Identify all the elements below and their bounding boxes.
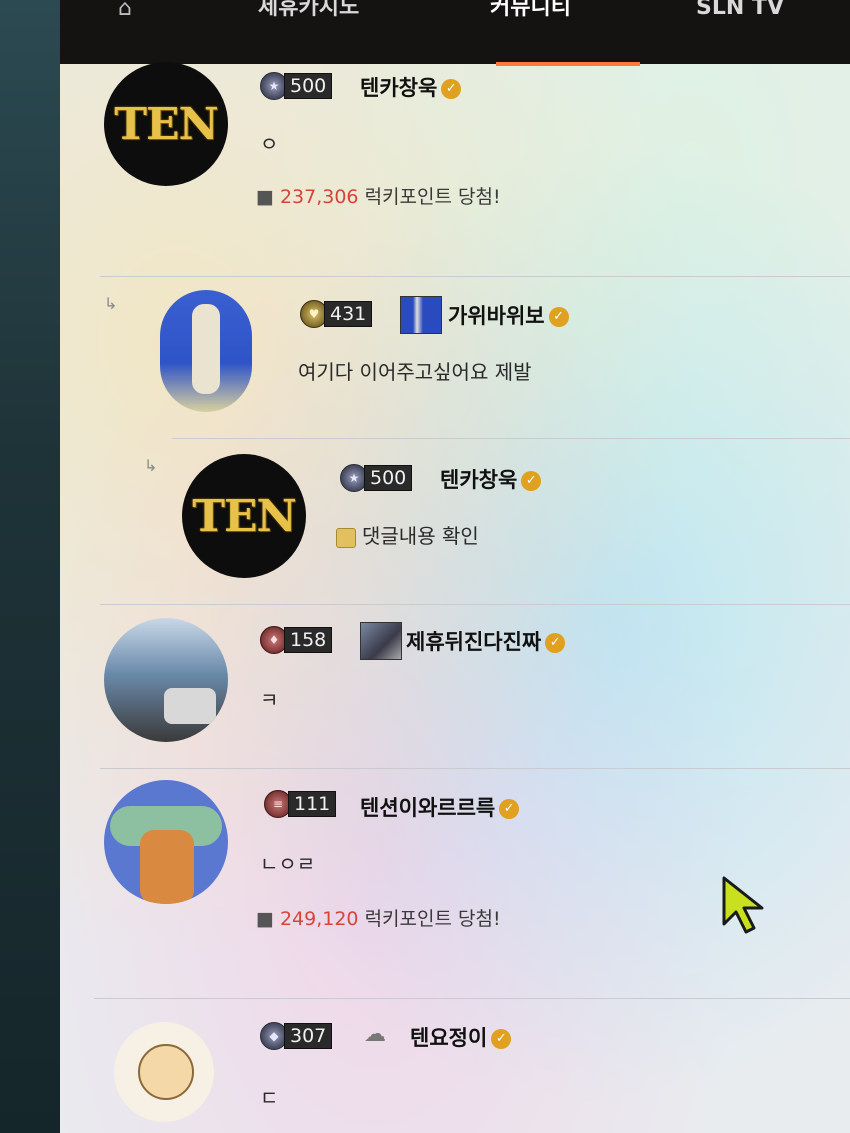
verified-icon: ✓ <box>548 307 569 327</box>
avatar-fairy-face <box>138 1044 194 1100</box>
comment-text: ㄴㅇㄹ <box>260 852 316 876</box>
divider <box>100 604 850 605</box>
prize-amount: 249,120 <box>279 908 359 930</box>
level-number: 158 <box>284 627 333 653</box>
verified-icon: ✓ <box>491 1029 512 1049</box>
prize-amount: 237,306 <box>279 186 359 208</box>
avatar-tree-trunk <box>140 830 194 904</box>
verified-icon: ✓ <box>545 633 566 653</box>
prize-label: 럭키포인트 당첨! <box>364 186 501 208</box>
verified-icon: ✓ <box>499 799 520 819</box>
nav-partner-casino[interactable]: 제휴카지노 <box>258 0 359 19</box>
divider <box>100 276 850 277</box>
divider <box>172 438 850 439</box>
active-tab-indicator <box>496 62 640 66</box>
profile-thumbnail <box>400 296 442 334</box>
nickname[interactable]: 텐카창욱 ✓ <box>360 72 462 102</box>
nickname[interactable]: 텐요정이 ✓ <box>410 1022 512 1052</box>
gift-icon: ■ <box>256 186 274 208</box>
reply-arrow-icon: ↳ <box>144 456 158 475</box>
browser-page: ⌂ 제휴카지노 커뮤니티 SLN TV TEN ★ 500 텐카창욱 ✓ ㅇ ■ 2… <box>60 0 850 1133</box>
nickname[interactable]: 제휴뒤진다진짜 ✓ <box>406 626 566 656</box>
divider <box>100 768 850 769</box>
level-badge: ◆ 307 <box>260 1022 333 1050</box>
nav-sln-tv[interactable]: SLN TV <box>696 0 784 19</box>
avatar[interactable] <box>104 780 228 904</box>
cloud-icon: ☁ <box>364 1022 386 1047</box>
avatar[interactable]: TEN <box>104 62 228 186</box>
comment-text: 여기다 이어주고싶어요 제발 <box>298 360 532 384</box>
nickname[interactable]: 텐션이와르르륵 ✓ <box>360 792 520 822</box>
comment-text: ㅋ <box>260 688 279 712</box>
nickname[interactable]: 텐카창욱 ✓ <box>440 464 542 494</box>
verified-icon: ✓ <box>441 79 462 99</box>
level-badge: ≡ 111 <box>264 790 337 818</box>
comment-text[interactable]: 댓글내용 확인 <box>336 520 479 549</box>
level-number: 111 <box>288 791 337 817</box>
level-number: 500 <box>284 73 333 99</box>
nickname[interactable]: 가위바위보 ✓ <box>448 300 569 330</box>
gift-icon: ■ <box>256 908 274 930</box>
top-navigation: ⌂ 제휴카지노 커뮤니티 SLN TV <box>60 0 850 66</box>
profile-thumbnail <box>360 622 402 660</box>
monitor-bezel <box>0 0 60 1133</box>
lock-icon <box>336 527 356 548</box>
nav-community[interactable]: 커뮤니티 <box>490 0 571 19</box>
level-badge: ★ 500 <box>260 72 333 100</box>
verified-icon: ✓ <box>521 471 542 491</box>
level-badge: ♦ 158 <box>260 626 333 654</box>
level-badge: ★ 500 <box>340 464 413 492</box>
level-number: 307 <box>284 1023 333 1049</box>
prize-label: 럭키포인트 당첨! <box>364 908 501 930</box>
comment-text: ㅇ <box>260 132 279 156</box>
level-number: 431 <box>324 301 373 327</box>
avatar[interactable] <box>104 618 228 742</box>
avatar[interactable]: TEN <box>182 454 306 578</box>
avatar[interactable] <box>114 1022 214 1122</box>
mouse-cursor-icon <box>722 876 764 934</box>
home-icon[interactable]: ⌂ <box>118 0 144 20</box>
avatar[interactable] <box>160 290 252 412</box>
divider <box>94 998 850 999</box>
reply-arrow-icon: ↳ <box>104 294 118 313</box>
level-number: 500 <box>364 465 413 491</box>
lucky-point-prize: ■ 249,120 럭키포인트 당첨! <box>256 904 501 931</box>
avatar-car <box>164 688 216 724</box>
level-badge: ♥ 431 <box>300 300 373 328</box>
comment-text: ㄷ <box>260 1086 279 1110</box>
lucky-point-prize: ■ 237,306 럭키포인트 당첨! <box>256 182 501 209</box>
avatar-figure <box>192 304 220 394</box>
